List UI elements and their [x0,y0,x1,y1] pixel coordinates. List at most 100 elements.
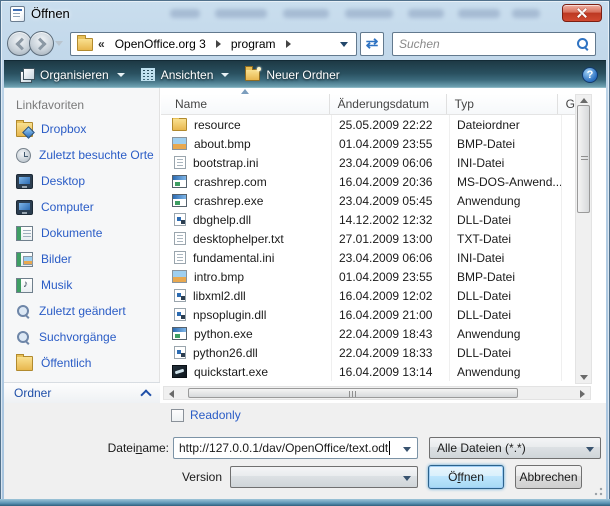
sidebar-item-music[interactable]: Musik [4,272,159,298]
sidebar-item-label: Musik [41,278,72,292]
file-row[interactable]: quickstart.exe 16.04.2009 13:14Anwendung [161,362,575,381]
text-caret [389,441,390,455]
sidebar-item-computer[interactable]: Computer [4,194,159,220]
dll-file-icon [174,308,186,321]
sidebar-item-label: Computer [41,200,94,214]
organize-icon [20,68,34,81]
readonly-checkbox[interactable] [171,409,184,422]
file-row[interactable]: crashrep.com 16.04.2009 20:36MS-DOS-Anwe… [161,172,575,191]
vertical-scrollbar[interactable] [575,94,592,384]
ini-file-icon [174,156,186,169]
sidebar-item-documents[interactable]: Dokumente [4,220,159,246]
scroll-left-icon[interactable] [169,390,174,398]
bmp-file-icon [172,137,187,150]
column-header-type[interactable]: Typ [447,94,558,114]
filetype-dropdown-arrow-icon [586,447,594,452]
filetype-dropdown[interactable]: Alle Dateien (*.*) [429,437,601,459]
breadcrumb-separator-icon[interactable] [216,40,221,48]
open-button[interactable]: Öffnen [428,465,504,489]
readonly-label: Readonly [190,408,241,422]
sidebar-item-label: Dropbox [41,122,86,136]
column-header-date[interactable]: Änderungsdatum [330,94,447,114]
views-button[interactable]: Ansichten [133,65,238,85]
dll-file-icon [174,346,186,359]
breadcrumb-separator-icon[interactable] [286,40,291,48]
sidebar-item-searches[interactable]: Suchvorgänge [4,324,159,350]
address-bar[interactable]: « OpenOffice.org 3 program [70,32,357,56]
file-row[interactable]: intro.bmp 01.04.2009 23:55BMP-Datei [161,267,575,286]
sidebar-item-desktop[interactable]: Desktop [4,168,159,194]
version-dropdown[interactable] [230,466,418,488]
filename-input[interactable]: http://127.0.0.1/dav/OpenOffice/text.odt [173,437,418,459]
open-file-dialog: Öffnen « OpenOffice.org 3 program [0,0,610,506]
recent-pages-chevron[interactable] [55,41,63,46]
close-button[interactable] [562,4,602,22]
window-title: Öffnen [31,6,70,21]
scroll-down-icon[interactable] [580,375,588,380]
views-label: Ansichten [161,68,214,82]
sidebar-item-public[interactable]: Öffentlich [4,350,159,376]
sidebar-item-pictures[interactable]: Bilder [4,246,159,272]
file-row[interactable]: bootstrap.ini 23.04.2009 06:06INI-Datei [161,153,575,172]
file-row[interactable]: fundamental.ini 23.04.2009 06:06INI-Date… [161,248,575,267]
organize-button[interactable]: Organisieren [12,65,133,85]
dll-file-icon [174,289,186,302]
searches-icon [16,330,31,345]
file-row[interactable]: python26.dll 22.04.2009 18:33DLL-Datei [161,343,575,362]
background-window-blur [283,9,329,18]
sidebar-item-recent-places[interactable]: Zuletzt besuchte Orte [4,142,159,168]
window-bottom-border [0,499,610,506]
file-row[interactable]: desktophelper.txt 27.01.2009 13:00TXT-Da… [161,229,575,248]
new-folder-label: Neuer Ordner [266,68,339,82]
file-row[interactable]: about.bmp 01.04.2009 23:55BMP-Datei [161,134,575,153]
version-dropdown-arrow-icon [403,476,411,481]
version-label: Version [124,470,222,484]
breadcrumb-collapse-chevrons[interactable]: « [98,37,105,51]
refresh-icon: ⇄ [366,35,379,52]
folder-icon [77,38,93,51]
readonly-option[interactable]: Readonly [171,408,241,422]
sidebar-item-recently-changed[interactable]: Zuletzt geändert [4,298,159,324]
new-folder-button[interactable]: Neuer Ordner [237,65,347,85]
organize-label: Organisieren [40,68,109,82]
file-row[interactable]: python.exe 22.04.2009 18:43Anwendung [161,324,575,343]
address-dropdown-arrow-icon[interactable] [340,42,348,47]
chevron-up-icon [140,389,151,400]
scroll-up-icon[interactable] [580,98,588,103]
file-row[interactable]: resource 25.05.2009 22:22Dateiordner [161,115,575,134]
horizontal-scrollbar[interactable] [163,386,591,400]
title-bar[interactable]: Öffnen [0,0,610,28]
folders-expander[interactable]: Ordner [4,382,160,403]
horizontal-scroll-thumb[interactable] [188,388,518,398]
refresh-button[interactable]: ⇄ [360,32,384,56]
version-row: Version Öffnen Abbrechen [4,465,606,491]
forward-arrow-icon [33,37,46,50]
column-header-name[interactable]: Name [161,94,330,114]
dialog-footer: Readonly Dateiname: http://127.0.0.1/dav… [4,403,606,499]
forward-button[interactable] [29,31,54,56]
recent-places-icon [16,148,31,163]
main-area: Linkfavoriten Dropbox Zuletzt besuchte O… [4,88,606,403]
help-button[interactable]: ? [582,67,598,83]
chevron-down-icon [221,73,229,77]
search-box[interactable]: Suchen [392,32,596,56]
scroll-right-icon[interactable] [580,390,585,398]
application-file-icon [172,194,187,207]
file-row[interactable]: crashrep.exe 23.04.2009 05:45Anwendung [161,191,575,210]
breadcrumb-openoffice[interactable]: OpenOffice.org 3 [111,34,210,54]
file-row[interactable]: npsoplugin.dll 16.04.2009 21:00DLL-Datei [161,305,575,324]
file-row[interactable]: libxml2.dll 16.04.2009 12:02DLL-Datei [161,286,575,305]
resize-grip[interactable] [593,486,603,496]
folder-icon [172,118,187,131]
quickstart-app-icon [172,365,187,378]
favorites-header: Linkfavoriten [4,88,159,116]
breadcrumb-program[interactable]: program [227,34,280,54]
public-folder-icon [16,356,33,371]
column-header-size[interactable]: G [558,94,575,114]
new-folder-icon [245,69,260,81]
vertical-scroll-thumb[interactable] [577,105,590,213]
filename-dropdown-arrow-icon[interactable] [403,447,411,452]
sidebar-item-dropbox[interactable]: Dropbox [4,116,159,142]
file-row[interactable]: dbghelp.dll 14.12.2002 12:32DLL-Datei [161,210,575,229]
cancel-button[interactable]: Abbrechen [515,465,582,489]
